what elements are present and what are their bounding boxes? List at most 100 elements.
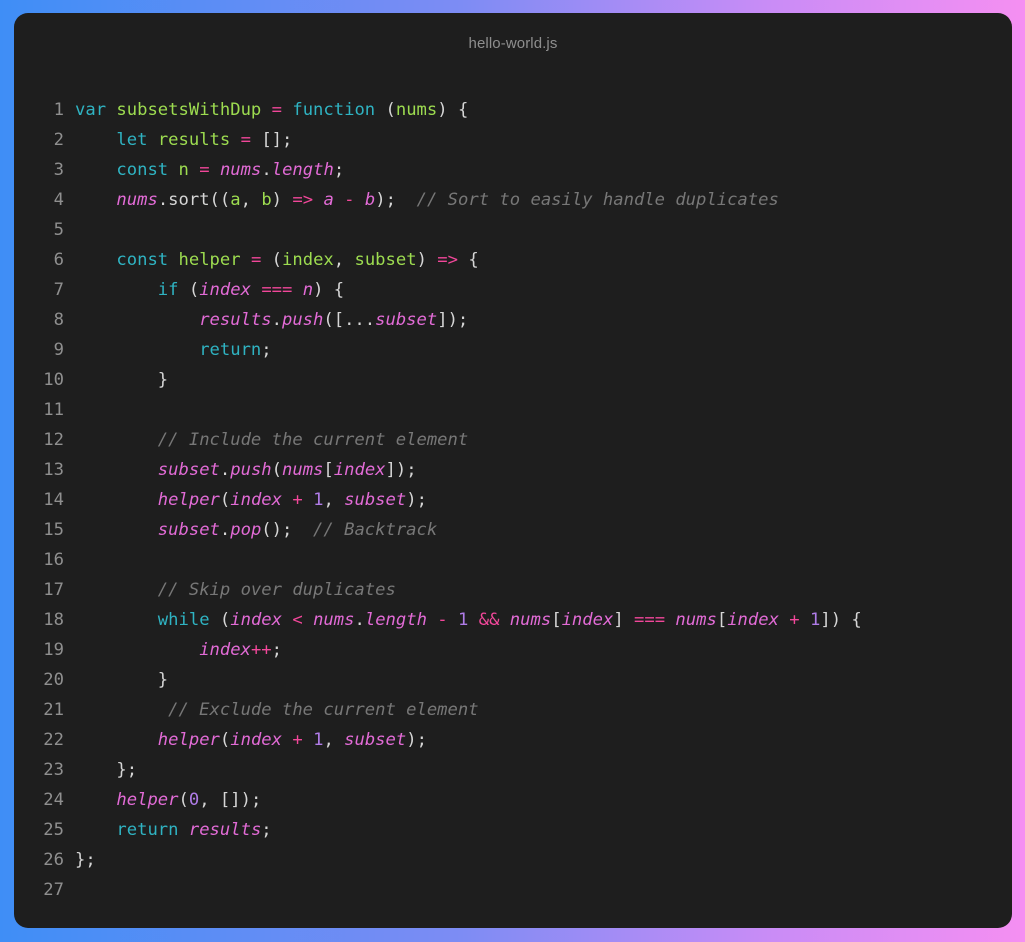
code-block: 1 var subsetsWithDup = function (nums) {2… bbox=[14, 95, 1012, 905]
line-number: 18 bbox=[43, 610, 64, 630]
operator-token: + bbox=[789, 610, 800, 630]
number-token: 1 bbox=[458, 610, 469, 630]
line-number: 10 bbox=[43, 370, 64, 390]
punctuation-token bbox=[75, 190, 116, 210]
line-source: helper(index + 1, subset); bbox=[75, 725, 427, 755]
line-number: 14 bbox=[43, 490, 64, 510]
punctuation-token bbox=[468, 610, 478, 630]
operator-token: + bbox=[292, 490, 303, 510]
variable-token: subset bbox=[344, 730, 407, 750]
comment-token: // Backtrack bbox=[313, 520, 438, 540]
code-line: 17 // Skip over duplicates bbox=[14, 575, 1012, 605]
variable-token: nums bbox=[116, 190, 158, 210]
punctuation-token bbox=[75, 730, 158, 750]
punctuation-token bbox=[230, 130, 240, 150]
variable-token: index bbox=[199, 280, 251, 300]
punctuation-token: , bbox=[333, 250, 355, 270]
variable-token: nums bbox=[313, 610, 355, 630]
punctuation-token: ( bbox=[375, 100, 396, 120]
code-line: 10 } bbox=[14, 365, 1012, 395]
line-source: }; bbox=[75, 755, 137, 785]
line-number: 8 bbox=[53, 310, 64, 330]
variable-token: results bbox=[199, 310, 272, 330]
punctuation-token: } bbox=[75, 370, 169, 390]
punctuation-token: ]); bbox=[385, 460, 417, 480]
operator-token: + bbox=[292, 730, 303, 750]
punctuation-token: ) bbox=[271, 190, 293, 210]
code-line: 2 let results = []; bbox=[14, 125, 1012, 155]
punctuation-token bbox=[292, 280, 302, 300]
code-line: 6 const helper = (index, subset) => { bbox=[14, 245, 1012, 275]
variable-token: subset bbox=[157, 520, 220, 540]
punctuation-token bbox=[75, 430, 158, 450]
punctuation-token: }; bbox=[75, 850, 96, 870]
param-token: subset bbox=[354, 250, 417, 270]
variable-token: subset bbox=[375, 310, 438, 330]
line-number: 9 bbox=[53, 340, 64, 360]
code-line: 22 helper(index + 1, subset); bbox=[14, 725, 1012, 755]
line-source: // Skip over duplicates bbox=[75, 575, 396, 605]
operator-token: && bbox=[478, 610, 500, 630]
variable-token: length bbox=[271, 160, 334, 180]
code-line: 11 bbox=[14, 395, 1012, 425]
punctuation-token bbox=[189, 160, 199, 180]
param-token: a bbox=[230, 190, 241, 210]
operator-token: = bbox=[199, 160, 210, 180]
operator-token: - bbox=[344, 190, 355, 210]
operator-token: - bbox=[437, 610, 448, 630]
variable-token: index bbox=[230, 610, 282, 630]
line-source: // Exclude the current element bbox=[75, 695, 478, 725]
punctuation-token bbox=[147, 130, 157, 150]
code-line: 13 subset.push(nums[index]); bbox=[14, 455, 1012, 485]
line-source: } bbox=[75, 665, 168, 695]
variable-token: nums bbox=[219, 160, 262, 180]
punctuation-token bbox=[75, 160, 116, 180]
punctuation-token bbox=[75, 310, 199, 330]
code-line: 15 subset.pop(); // Backtrack bbox=[14, 515, 1012, 545]
operator-token: < bbox=[292, 610, 303, 630]
line-source: return; bbox=[75, 335, 271, 365]
variable-token: subset bbox=[157, 460, 220, 480]
code-line: 8 results.push([...subset]); bbox=[14, 305, 1012, 335]
line-number: 22 bbox=[43, 730, 64, 750]
operator-token: = bbox=[271, 100, 282, 120]
punctuation-token: [ bbox=[716, 610, 728, 630]
punctuation-token: []; bbox=[250, 130, 293, 150]
variable-token: nums bbox=[509, 610, 552, 630]
punctuation-token bbox=[241, 250, 251, 270]
file-title: hello-world.js bbox=[468, 35, 558, 52]
punctuation-token: .sort(( bbox=[157, 190, 231, 210]
punctuation-token bbox=[448, 610, 458, 630]
punctuation-token bbox=[282, 730, 292, 750]
punctuation-token: [ bbox=[551, 610, 562, 630]
punctuation-token: , bbox=[240, 190, 262, 210]
identifier-token: n bbox=[178, 160, 189, 180]
number-token: 1 bbox=[313, 730, 324, 750]
keyword-token: while bbox=[157, 610, 210, 630]
punctuation-token bbox=[75, 250, 116, 270]
operator-token: = bbox=[250, 250, 262, 270]
line-number: 13 bbox=[43, 460, 64, 480]
punctuation-token bbox=[75, 610, 158, 630]
variable-token: index bbox=[230, 490, 282, 510]
keyword-token: return bbox=[116, 820, 179, 840]
punctuation-token: ); bbox=[375, 190, 417, 210]
punctuation-token: ( bbox=[219, 730, 231, 750]
variable-token: length bbox=[364, 610, 427, 630]
identifier-token: results bbox=[157, 130, 231, 150]
variable-token: a bbox=[323, 190, 334, 210]
variable-token: subset bbox=[344, 490, 407, 510]
code-line: 7 if (index === n) { bbox=[14, 275, 1012, 305]
keyword-token: return bbox=[199, 340, 262, 360]
punctuation-token bbox=[334, 190, 344, 210]
variable-token: helper bbox=[157, 730, 220, 750]
line-number: 4 bbox=[53, 190, 64, 210]
line-source: index++; bbox=[75, 635, 282, 665]
line-source: let results = []; bbox=[75, 125, 292, 155]
punctuation-token bbox=[303, 610, 313, 630]
variable-token: pop bbox=[230, 520, 262, 540]
line-source: } bbox=[75, 365, 168, 395]
line-source: if (index === n) { bbox=[75, 275, 344, 305]
param-token: index bbox=[282, 250, 334, 270]
punctuation-token: . bbox=[261, 160, 272, 180]
